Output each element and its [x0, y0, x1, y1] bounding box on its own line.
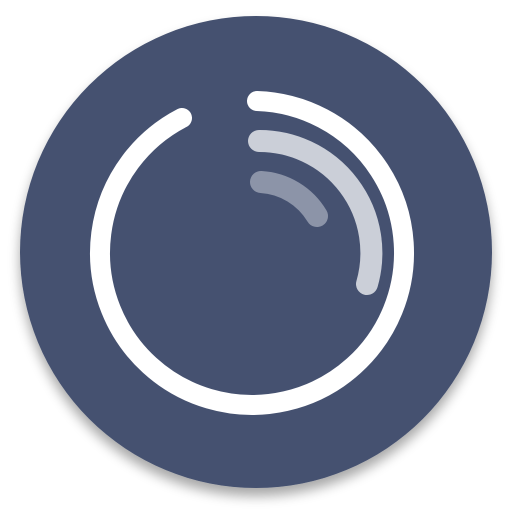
app-icon[interactable]	[0, 0, 512, 512]
app-icon-stage	[0, 0, 512, 512]
